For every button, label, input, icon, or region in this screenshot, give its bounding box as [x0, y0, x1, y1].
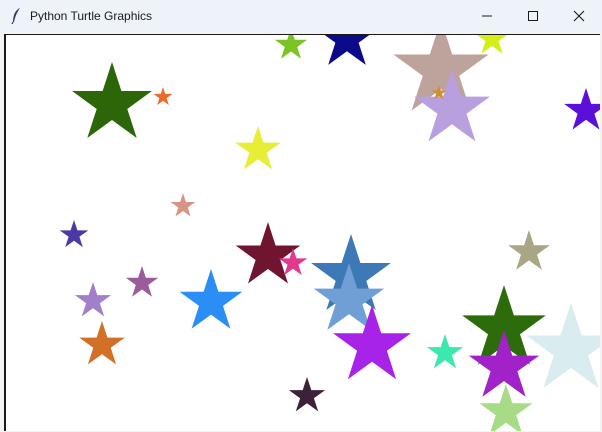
turtle-canvas[interactable]: [4, 34, 600, 431]
feather-icon: [11, 8, 20, 25]
star-shape: [125, 266, 159, 297]
close-button[interactable]: [556, 0, 602, 32]
maximize-icon: [528, 11, 538, 21]
turtle-window: Python Turtle Graphics: [0, 0, 602, 432]
close-icon: [573, 10, 585, 22]
star-shape: [235, 126, 281, 170]
star-shape: [235, 222, 301, 284]
star-shape: [477, 35, 507, 54]
minimize-icon: [482, 15, 492, 17]
star-shape: [288, 377, 326, 412]
star-shape: [508, 230, 550, 270]
star-shape: [79, 321, 125, 365]
title-bar[interactable]: Python Turtle Graphics: [0, 0, 602, 32]
star-shape: [274, 35, 308, 59]
drawing-surface: [59, 35, 600, 431]
star-shape: [170, 193, 196, 217]
window-title: Python Turtle Graphics: [30, 9, 153, 23]
maximize-button[interactable]: [510, 0, 556, 32]
star-shape: [179, 269, 243, 329]
star-shape: [72, 62, 152, 138]
star-shape: [564, 88, 600, 130]
minimize-button[interactable]: [464, 0, 510, 32]
star-shape: [426, 334, 464, 369]
star-shape: [324, 35, 370, 65]
star-shape: [59, 220, 89, 248]
star-shape: [153, 87, 173, 106]
star-shape: [74, 282, 112, 317]
